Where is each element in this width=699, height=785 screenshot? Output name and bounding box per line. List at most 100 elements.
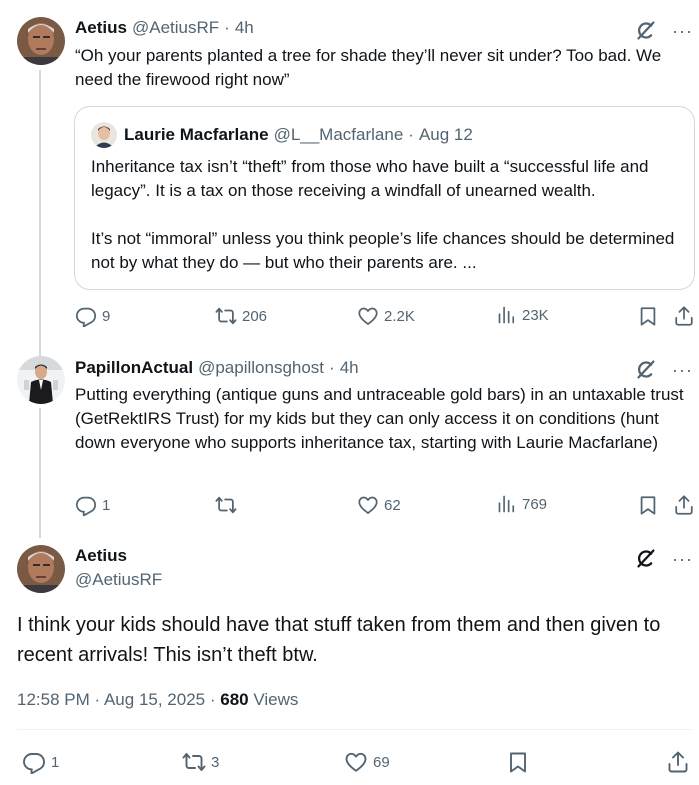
reply-button[interactable]: 9 bbox=[75, 305, 110, 327]
share-icon bbox=[666, 750, 690, 774]
tweet-text: “Oh your parents planted a tree for shad… bbox=[75, 46, 662, 89]
divider bbox=[17, 729, 692, 730]
repost-icon bbox=[182, 750, 206, 774]
like-icon bbox=[357, 494, 379, 516]
username[interactable]: @AetiusRF bbox=[132, 18, 219, 38]
share-button[interactable] bbox=[673, 494, 695, 516]
username[interactable]: @papillonsghost bbox=[198, 358, 324, 378]
action-bar: 1 62 769 bbox=[75, 494, 695, 518]
thread-line bbox=[39, 70, 41, 356]
reply-count: 1 bbox=[102, 496, 111, 514]
tweet-top-actions: ··· bbox=[635, 548, 693, 569]
bookmark-icon bbox=[637, 494, 659, 516]
quote-timestamp: Aug 12 bbox=[418, 125, 473, 144]
like-button[interactable]: 2.2K bbox=[357, 305, 415, 327]
like-count: 62 bbox=[384, 496, 401, 514]
repost-button[interactable] bbox=[215, 494, 242, 516]
bookmark-button[interactable] bbox=[637, 494, 659, 516]
views-button[interactable]: 23K bbox=[497, 305, 549, 325]
separator-dot: · bbox=[224, 18, 230, 37]
quote-display-name: Laurie Macfarlane bbox=[124, 125, 269, 144]
timestamp[interactable]: 4h bbox=[235, 18, 254, 38]
more-icon[interactable]: ··· bbox=[672, 550, 693, 568]
quote-paragraph: It’s not “immoral” unless you think peop… bbox=[91, 229, 675, 272]
bookmark-icon bbox=[506, 750, 530, 774]
main-username-row: @AetiusRF bbox=[75, 570, 162, 590]
separator-dot: · bbox=[329, 358, 335, 377]
bookmark-button[interactable] bbox=[506, 750, 530, 774]
views-label: Views bbox=[253, 690, 299, 709]
bookmark-icon bbox=[637, 305, 659, 327]
avatar[interactable] bbox=[17, 545, 65, 593]
thread-line bbox=[39, 408, 41, 538]
avatar-portrait-icon bbox=[17, 545, 65, 593]
repost-icon bbox=[215, 494, 237, 516]
username[interactable]: @AetiusRF bbox=[75, 570, 162, 590]
separator-dot: · bbox=[94, 690, 101, 709]
action-bar: 9 206 2.2K 23K bbox=[75, 305, 695, 329]
tweet-text: Putting everything (antique guns and unt… bbox=[75, 385, 684, 452]
timestamp[interactable]: 4h bbox=[340, 358, 359, 378]
grok-icon[interactable] bbox=[635, 20, 656, 41]
display-name[interactable]: PapillonActual bbox=[75, 358, 193, 378]
like-count: 69 bbox=[373, 753, 390, 771]
share-button[interactable] bbox=[666, 750, 690, 774]
views-count: 680 bbox=[220, 690, 249, 709]
reply-icon bbox=[22, 750, 46, 774]
main-action-bar: 1 3 69 bbox=[22, 750, 692, 774]
repost-count: 206 bbox=[242, 307, 268, 325]
quote-avatar bbox=[91, 122, 117, 148]
views-icon bbox=[497, 494, 517, 514]
reply-icon bbox=[75, 494, 97, 516]
tweet-timestamp: 12:58 PM · Aug 15, 2025 · 680 Views bbox=[17, 690, 298, 710]
tweet-top-actions: ··· bbox=[635, 359, 693, 380]
reply-count: 9 bbox=[102, 307, 111, 325]
share-button[interactable] bbox=[673, 305, 695, 327]
avatar[interactable] bbox=[17, 17, 65, 65]
more-icon[interactable]: ··· bbox=[672, 361, 693, 379]
share-icon bbox=[673, 494, 695, 516]
reply-button[interactable]: 1 bbox=[75, 494, 110, 516]
avatar[interactable] bbox=[17, 356, 65, 404]
reply-button[interactable]: 1 bbox=[22, 750, 59, 774]
post-time[interactable]: 12:58 PM bbox=[17, 690, 90, 709]
reply-icon bbox=[75, 305, 97, 327]
separator-dot: · bbox=[408, 125, 414, 144]
grok-icon[interactable] bbox=[635, 359, 656, 380]
share-icon bbox=[673, 305, 695, 327]
like-count: 2.2K bbox=[384, 307, 415, 325]
repost-icon bbox=[215, 305, 237, 327]
repost-count: 3 bbox=[211, 753, 220, 771]
like-button[interactable]: 62 bbox=[357, 494, 401, 516]
quote-text: Inheritance tax isn’t “theft” from those… bbox=[91, 155, 691, 275]
avatar-portrait-icon bbox=[17, 356, 65, 404]
main-tweet-text: I think your kids should have that stuff… bbox=[17, 614, 661, 666]
views-count: 769 bbox=[522, 495, 548, 513]
quote-paragraph: Inheritance tax isn’t “theft” from those… bbox=[91, 157, 649, 200]
bookmark-button[interactable] bbox=[637, 305, 659, 327]
repost-button[interactable]: 206 bbox=[215, 305, 267, 327]
repost-button[interactable]: 3 bbox=[182, 750, 219, 774]
post-date[interactable]: Aug 15, 2025 bbox=[104, 690, 205, 709]
tweet-header: Aetius @AetiusRF · 4h bbox=[75, 18, 254, 38]
avatar-portrait-icon bbox=[91, 122, 117, 148]
display-name[interactable]: Aetius bbox=[75, 546, 127, 566]
tweet-header: PapillonActual @papillonsghost · 4h bbox=[75, 358, 359, 378]
quote-header: Laurie Macfarlane @L__Macfarlane · Aug 1… bbox=[91, 122, 473, 148]
quoted-tweet[interactable]: Laurie Macfarlane @L__Macfarlane · Aug 1… bbox=[74, 106, 695, 290]
tweet-top-actions: ··· bbox=[635, 20, 693, 41]
like-icon bbox=[357, 305, 379, 327]
main-display-name-row: Aetius bbox=[75, 546, 127, 566]
views-count: 23K bbox=[522, 306, 549, 324]
views-icon bbox=[497, 305, 517, 325]
display-name[interactable]: Aetius bbox=[75, 18, 127, 38]
like-icon bbox=[344, 750, 368, 774]
quote-username: @L__Macfarlane bbox=[273, 125, 404, 144]
grok-icon[interactable] bbox=[635, 548, 656, 569]
reply-count: 1 bbox=[51, 753, 60, 771]
like-button[interactable]: 69 bbox=[344, 750, 390, 774]
more-icon[interactable]: ··· bbox=[672, 22, 693, 40]
views-button[interactable]: 769 bbox=[497, 494, 547, 514]
separator-dot: · bbox=[209, 690, 216, 709]
avatar-portrait-icon bbox=[17, 17, 65, 65]
